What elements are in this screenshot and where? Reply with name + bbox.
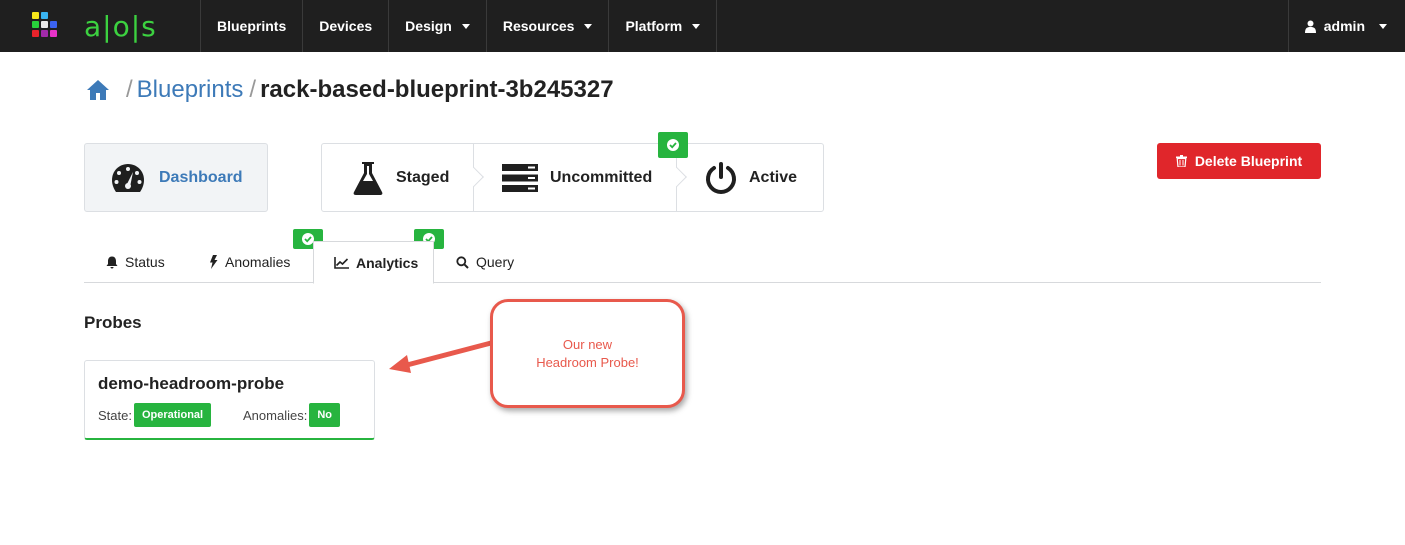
stage-uncommitted[interactable]: Uncommitted [474,144,687,211]
bell-icon [106,256,118,268]
tab-status[interactable]: Status [106,241,165,283]
nav-devices-label: Devices [319,18,373,34]
logo-text: a|o|s [84,9,157,43]
breadcrumb-blueprints-link[interactable]: Blueprints [137,76,244,104]
stage-staged[interactable]: Staged [322,144,484,211]
tab-query[interactable]: Query [456,241,514,283]
callout-arrow [389,340,492,373]
home-icon[interactable] [86,79,110,101]
stage-active-label: Active [749,168,798,186]
tab-analytics[interactable]: Analytics [313,241,434,284]
nav-blueprints-label: Blueprints [217,18,287,34]
nav-design-label: Design [405,18,452,34]
probe-anomalies: Anomalies: No [243,403,340,427]
flask-icon [353,161,383,195]
dashboard-gauge-icon [112,163,144,192]
nav-resources[interactable]: Resources [485,0,609,52]
annotation-callout: Our new Headroom Probe! [490,299,685,408]
main-nav: Blueprints Devices Design Resources Plat… [200,0,718,52]
bolt-icon [210,255,218,269]
callout-line-1: Our new [562,336,613,352]
probe-state: State: Operational [98,403,212,427]
probe-card[interactable]: demo-headroom-probe State: Operational A… [84,360,375,440]
user-icon [1304,20,1316,33]
probe-state-label: State: [98,407,132,423]
tab-query-label: Query [476,254,515,270]
top-navbar: a|o|s Blueprints Devices Design Resource… [0,0,1405,52]
breadcrumb-separator: / [249,76,257,103]
uncommitted-ok-badge [658,132,688,158]
probe-name[interactable]: demo-headroom-probe [98,374,284,394]
probe-anomalies-badge: No [309,403,340,427]
aos-logo[interactable]: a|o|s [32,9,182,43]
tab-anomalies[interactable]: Anomalies [209,241,290,283]
tab-anomalies-label: Anomalies [225,254,291,270]
caret-down-icon [584,23,593,29]
nav-blueprints[interactable]: Blueprints [200,0,302,52]
delete-blueprint-label: Delete Blueprint [1194,153,1303,169]
probe-anomalies-label: Anomalies: [243,407,308,423]
blueprint-tabs: Status Anomalies Analytics Query [84,241,1321,284]
probes-heading: Probes [84,313,142,332]
line-chart-icon [334,256,349,269]
dashboard-label: Dashboard [159,168,243,186]
breadcrumb: / Blueprints / rack-based-blueprint-3b24… [86,74,614,106]
tab-status-label: Status [125,254,165,270]
caret-down-icon [1379,23,1387,29]
user-name: admin [1323,18,1365,34]
trash-icon [1175,155,1187,167]
caret-down-icon [461,23,470,29]
callout-line-2: Headroom Probe! [536,354,639,370]
power-icon [706,161,736,194]
check-circle-icon [667,139,679,151]
caret-down-icon [692,23,701,29]
page-title: rack-based-blueprint-3b245327 [260,76,614,103]
nav-resources-label: Resources [502,18,575,34]
probe-state-badge: Operational [133,403,212,427]
nav-design[interactable]: Design [388,0,486,52]
stage-uncommitted-label: Uncommitted [550,168,653,186]
logo-grid-icon [32,11,62,41]
user-menu[interactable]: admin [1287,0,1405,52]
nav-devices[interactable]: Devices [302,0,388,52]
search-icon [456,255,469,269]
stage-active[interactable]: Active [677,144,823,211]
stage-staged-label: Staged [396,168,450,186]
stage-selector: Staged Uncommitted Active [321,143,824,212]
tab-analytics-label: Analytics [356,254,419,271]
nav-platform-label: Platform [625,18,683,34]
dashboard-button[interactable]: Dashboard [84,143,268,212]
breadcrumb-separator: / [126,76,133,103]
server-stack-icon [502,163,538,192]
delete-blueprint-button[interactable]: Delete Blueprint [1157,143,1321,179]
nav-platform[interactable]: Platform [608,0,718,52]
